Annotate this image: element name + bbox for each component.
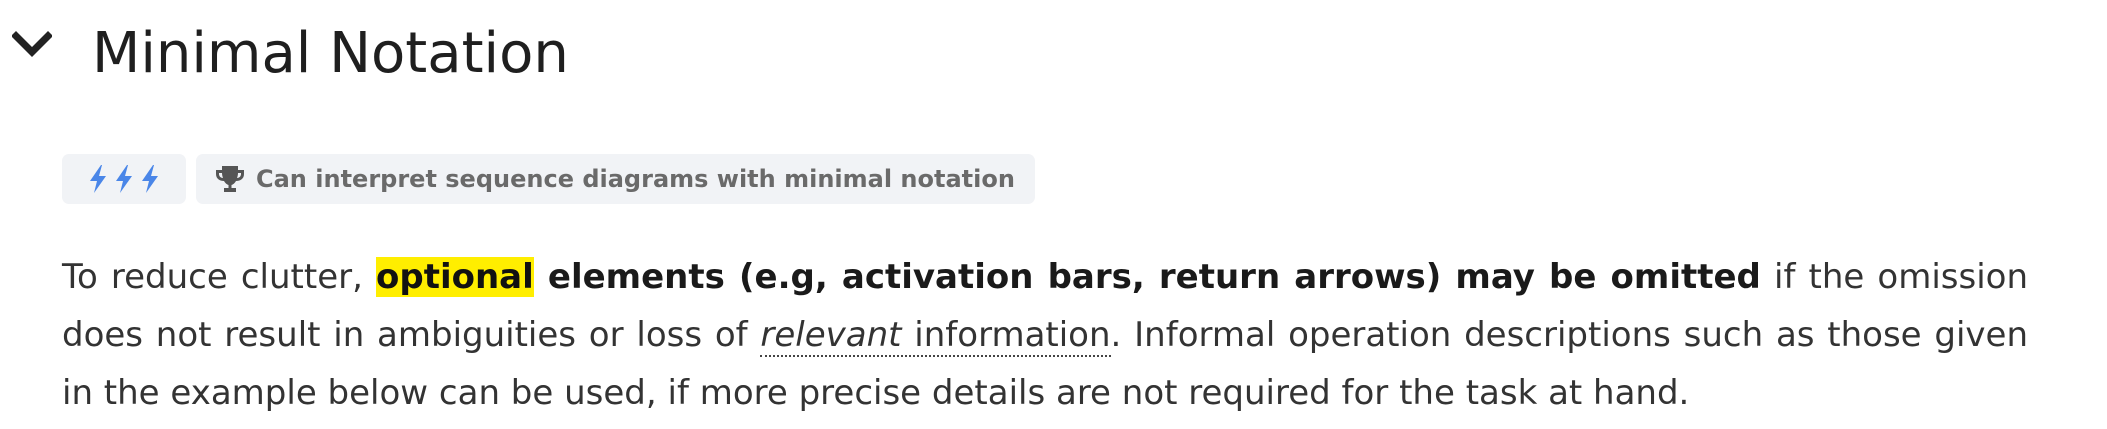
glossary-term-italic: relevant — [760, 315, 902, 355]
glossary-term[interactable]: relevant information — [760, 315, 1111, 357]
trophy-icon — [214, 164, 246, 194]
skill-badge-label: Can interpret sequence diagrams with min… — [256, 165, 1015, 193]
lightning-bolt-icon — [113, 164, 135, 194]
lightning-bolt-icon — [139, 164, 161, 194]
lightning-bolt-icon — [87, 164, 109, 194]
bold-phrase: elements (e.g, activation bars, return a… — [533, 257, 1761, 297]
chevron-down-icon[interactable] — [12, 30, 52, 60]
difficulty-badge — [62, 154, 186, 204]
glossary-term-rest: information — [901, 315, 1111, 355]
badge-row: Can interpret sequence diagrams with min… — [62, 154, 1035, 204]
section-title: Minimal Notation — [92, 21, 569, 86]
highlighted-keyword: optional — [376, 257, 534, 297]
text-segment: To reduce clutter, — [62, 257, 377, 297]
skill-badge: Can interpret sequence diagrams with min… — [196, 154, 1035, 204]
description-paragraph: To reduce clutter, optional elements (e.… — [62, 248, 2028, 422]
